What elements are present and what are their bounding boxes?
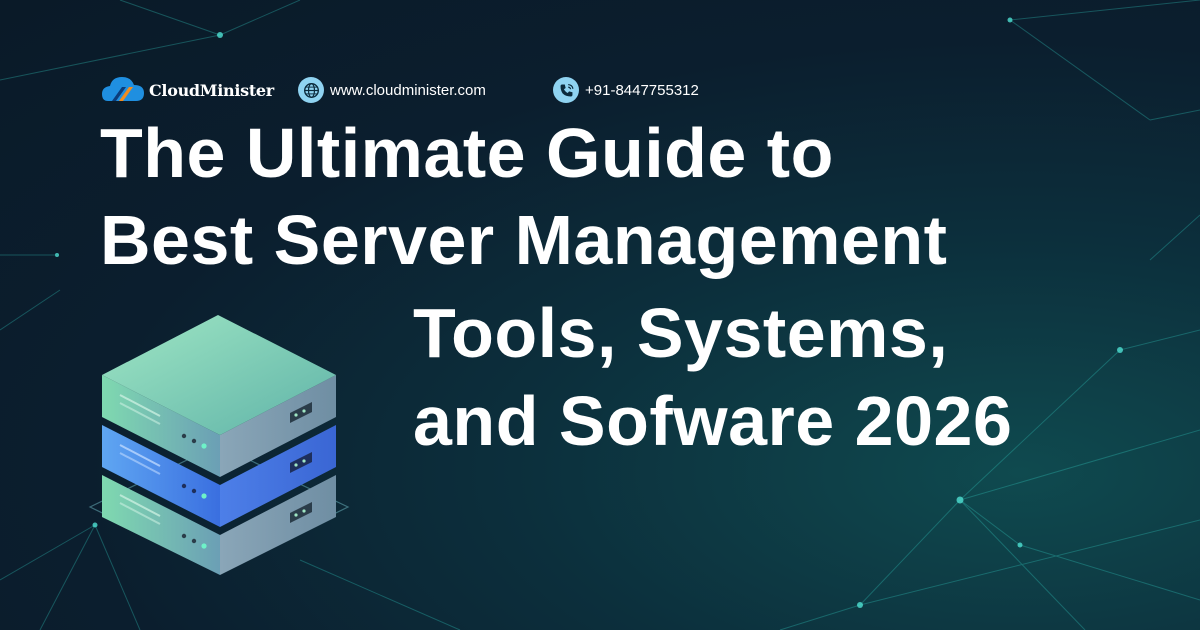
website-contact[interactable]: www.cloudminister.com [298, 76, 486, 104]
phone-icon [553, 77, 579, 103]
website-text: www.cloudminister.com [330, 81, 486, 99]
banner: CloudMinister www.cloudminister.com +91-… [0, 0, 1200, 630]
server-stack-icon [88, 315, 350, 575]
headline-line-1: The Ultimate Guide to [100, 114, 834, 192]
headline-line-4: and Sofware 2026 [413, 382, 1013, 460]
globe-icon [298, 77, 324, 103]
header-bar: CloudMinister www.cloudminister.com +91-… [100, 74, 740, 106]
phone-contact[interactable]: +91-8447755312 [553, 76, 699, 104]
phone-text: +91-8447755312 [585, 81, 699, 99]
cloud-logo-icon [102, 77, 144, 101]
headline-line-3: Tools, Systems, [413, 294, 949, 372]
brand-logo[interactable]: CloudMinister [100, 74, 274, 106]
brand-name: CloudMinister [149, 80, 274, 100]
headline-line-2: Best Server Management [100, 201, 948, 279]
